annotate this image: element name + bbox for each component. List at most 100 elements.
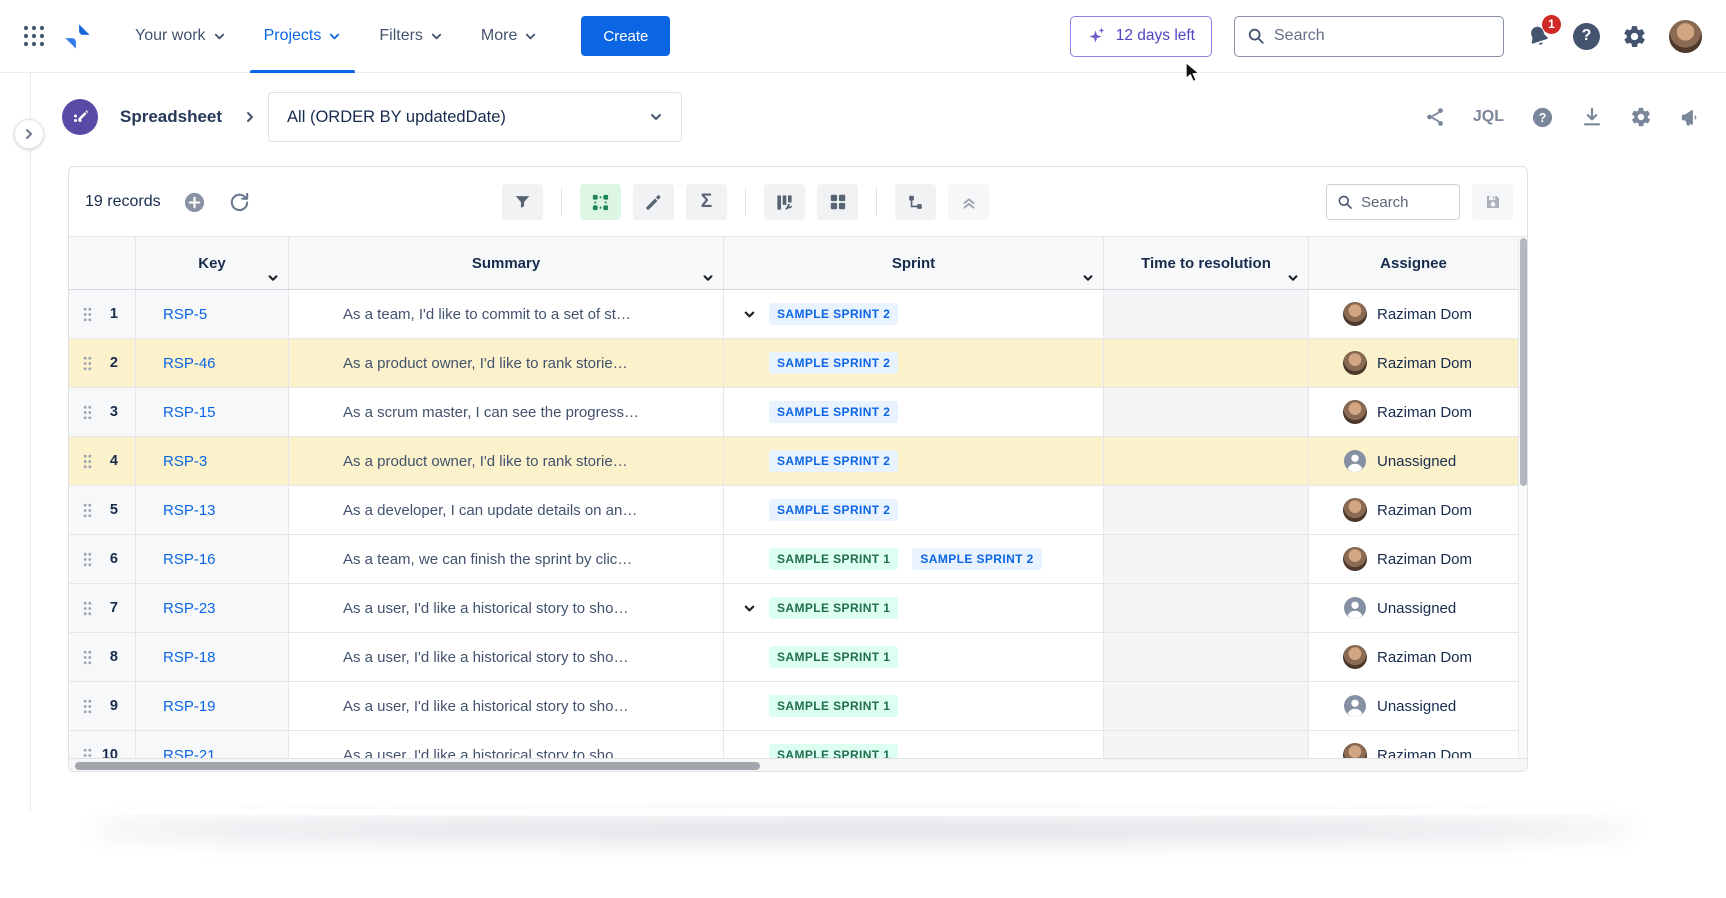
- collapse-all-button[interactable]: [948, 184, 989, 220]
- assignee-cell[interactable]: Unassigned: [1309, 437, 1518, 486]
- row-number-cell[interactable]: 7: [69, 584, 136, 633]
- time-to-resolution-cell[interactable]: [1104, 437, 1309, 486]
- assignee-cell[interactable]: Unassigned: [1309, 584, 1518, 633]
- columns-settings-button[interactable]: [764, 184, 805, 220]
- drag-handle-icon[interactable]: [83, 650, 92, 665]
- settings-button[interactable]: [1622, 24, 1647, 49]
- issue-key-link[interactable]: RSP-46: [163, 355, 216, 372]
- drag-handle-icon[interactable]: [83, 748, 92, 759]
- key-cell[interactable]: RSP-13: [136, 486, 289, 535]
- share-icon[interactable]: [1424, 106, 1446, 128]
- column-header-summary[interactable]: Summary: [289, 237, 724, 289]
- sprint-chip[interactable]: SAMPLE SPRINT 1: [769, 548, 898, 570]
- drag-handle-icon[interactable]: [83, 601, 92, 616]
- sprint-expander-icon[interactable]: [743, 602, 769, 615]
- key-cell[interactable]: RSP-16: [136, 535, 289, 584]
- assignee-cell[interactable]: Raziman Dom: [1309, 388, 1518, 437]
- summary-cell[interactable]: As a team, we can finish the sprint by c…: [289, 535, 724, 584]
- time-to-resolution-cell[interactable]: [1104, 535, 1309, 584]
- row-number-cell[interactable]: 8: [69, 633, 136, 682]
- row-number-cell[interactable]: 2: [69, 339, 136, 388]
- column-menu-chevron-icon[interactable]: [1082, 272, 1094, 284]
- nav-item-your-work[interactable]: Your work: [121, 0, 240, 73]
- sprint-cell[interactable]: SAMPLE SPRINT 2: [724, 437, 1104, 486]
- profile-avatar[interactable]: [1669, 20, 1702, 53]
- create-button[interactable]: Create: [581, 16, 670, 56]
- sprint-cell[interactable]: SAMPLE SPRINT 2: [724, 339, 1104, 388]
- sprint-cell[interactable]: SAMPLE SPRINT 1: [724, 682, 1104, 731]
- key-cell[interactable]: RSP-23: [136, 584, 289, 633]
- key-cell[interactable]: RSP-3: [136, 437, 289, 486]
- summary-cell[interactable]: As a scrum master, I can see the progres…: [289, 388, 724, 437]
- sprint-chip[interactable]: SAMPLE SPRINT 1: [769, 744, 898, 758]
- assignee-cell[interactable]: Raziman Dom: [1309, 486, 1518, 535]
- column-header-assignee[interactable]: Assignee: [1309, 237, 1518, 289]
- assignee-cell[interactable]: Raziman Dom: [1309, 633, 1518, 682]
- issue-key-link[interactable]: RSP-16: [163, 551, 216, 568]
- sprint-chip[interactable]: SAMPLE SPRINT 2: [769, 499, 898, 521]
- sprint-chip[interactable]: SAMPLE SPRINT 1: [769, 597, 898, 619]
- notifications-button[interactable]: 1: [1526, 24, 1551, 49]
- horizontal-scrollbar[interactable]: [69, 758, 1527, 772]
- row-number-cell[interactable]: 6: [69, 535, 136, 584]
- assignee-cell[interactable]: Raziman Dom: [1309, 731, 1518, 758]
- top-search-input[interactable]: [1274, 27, 1491, 45]
- app-switcher-icon[interactable]: [22, 24, 46, 48]
- time-to-resolution-cell[interactable]: [1104, 584, 1309, 633]
- assignee-cell[interactable]: Raziman Dom: [1309, 535, 1518, 584]
- key-cell[interactable]: RSP-15: [136, 388, 289, 437]
- nav-item-projects[interactable]: Projects: [250, 0, 356, 73]
- key-cell[interactable]: RSP-46: [136, 339, 289, 388]
- column-header-sprint[interactable]: Sprint: [724, 237, 1104, 289]
- nav-item-more[interactable]: More: [467, 0, 551, 73]
- help-button[interactable]: ?: [1573, 23, 1600, 50]
- paint-format-button[interactable]: [633, 184, 674, 220]
- summary-cell[interactable]: As a user, I'd like a historical story t…: [289, 731, 724, 758]
- issue-key-link[interactable]: RSP-5: [163, 306, 207, 323]
- cell-format-button[interactable]: [580, 184, 621, 220]
- time-to-resolution-cell[interactable]: [1104, 339, 1309, 388]
- drag-handle-icon[interactable]: [83, 552, 92, 567]
- sprint-chip[interactable]: SAMPLE SPRINT 2: [769, 401, 898, 423]
- top-search[interactable]: [1234, 16, 1504, 57]
- sprint-chip[interactable]: SAMPLE SPRINT 2: [769, 303, 898, 325]
- sprint-chip[interactable]: SAMPLE SPRINT 2: [769, 450, 898, 472]
- jql-button[interactable]: JQL: [1473, 108, 1504, 126]
- sum-button[interactable]: Σ: [686, 184, 727, 220]
- sprint-chip[interactable]: SAMPLE SPRINT 1: [769, 646, 898, 668]
- time-to-resolution-cell[interactable]: [1104, 388, 1309, 437]
- row-number-cell[interactable]: 9: [69, 682, 136, 731]
- time-to-resolution-cell[interactable]: [1104, 486, 1309, 535]
- drag-handle-icon[interactable]: [83, 356, 92, 371]
- sprint-cell[interactable]: SAMPLE SPRINT 1 SAMPLE SPRINT 2: [724, 535, 1104, 584]
- download-icon[interactable]: [1581, 106, 1603, 128]
- drag-handle-icon[interactable]: [83, 405, 92, 420]
- refresh-button[interactable]: [228, 191, 251, 214]
- key-cell[interactable]: RSP-5: [136, 290, 289, 339]
- summary-cell[interactable]: As a user, I'd like a historical story t…: [289, 633, 724, 682]
- assignee-cell[interactable]: Raziman Dom: [1309, 290, 1518, 339]
- sprint-expander-icon[interactable]: [743, 308, 769, 321]
- row-number-cell[interactable]: 3: [69, 388, 136, 437]
- sprint-chip[interactable]: SAMPLE SPRINT 1: [769, 695, 898, 717]
- assignee-cell[interactable]: Unassigned: [1309, 682, 1518, 731]
- key-cell[interactable]: RSP-19: [136, 682, 289, 731]
- add-record-button[interactable]: [183, 191, 206, 214]
- summary-cell[interactable]: As a user, I'd like a historical story t…: [289, 584, 724, 633]
- sprint-cell[interactable]: SAMPLE SPRINT 1: [724, 633, 1104, 682]
- issue-key-link[interactable]: RSP-23: [163, 600, 216, 617]
- save-view-button[interactable]: [1472, 184, 1513, 220]
- drag-handle-icon[interactable]: [83, 503, 92, 518]
- issue-key-link[interactable]: RSP-19: [163, 698, 216, 715]
- drag-handle-icon[interactable]: [83, 454, 92, 469]
- view-settings-gear-icon[interactable]: [1630, 106, 1652, 128]
- issue-key-link[interactable]: RSP-3: [163, 453, 207, 470]
- trial-days-left-button[interactable]: 12 days left: [1070, 16, 1212, 57]
- assignee-cell[interactable]: Raziman Dom: [1309, 339, 1518, 388]
- summary-cell[interactable]: As a product owner, I'd like to rank sto…: [289, 437, 724, 486]
- sprint-chip[interactable]: SAMPLE SPRINT 2: [912, 548, 1041, 570]
- vertical-scrollbar-thumb[interactable]: [1520, 238, 1527, 486]
- drag-handle-icon[interactable]: [83, 699, 92, 714]
- view-help-icon[interactable]: ?: [1531, 106, 1554, 129]
- sidebar-expand-button[interactable]: [14, 119, 44, 149]
